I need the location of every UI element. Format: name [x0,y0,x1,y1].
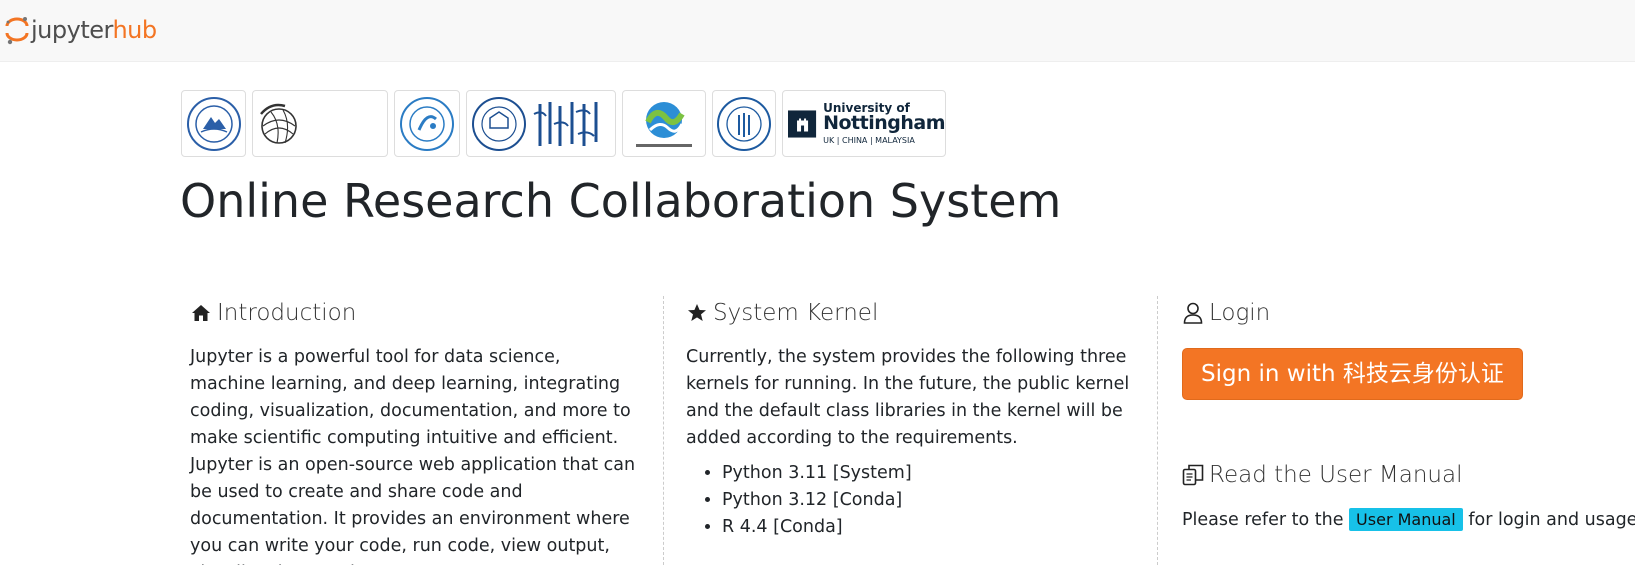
login-section: Login Sign in with 科技云身份认证 Read the User… [1157,296,1635,565]
introduction-section: Introduction Jupyter is a powerful tool … [190,296,662,565]
list-item: Python 3.12 [Conda] [722,487,1157,514]
green-wave-logo-icon [622,90,706,157]
brand-suffix: hub [112,16,157,44]
sign-in-button[interactable]: Sign in with 科技云身份认证 [1182,348,1523,400]
list-item: R 4.4 [Conda] [722,514,1157,541]
star-icon [686,302,708,324]
system-kernel-heading: System Kernel [686,296,1157,330]
nottingham-line2: Nottingham [823,112,945,135]
user-manual-line: Please refer to the User Manual for logi… [1182,506,1635,534]
introduction-body: Jupyter is a powerful tool for data scie… [190,347,636,565]
shutsan-logo-icon [260,103,297,144]
home-icon [190,302,212,324]
shutsan-logo [252,90,388,157]
university-seal-blue-icon [181,90,246,157]
system-kernel-body: Currently, the system provides the follo… [686,347,1130,448]
kernel-list: Python 3.11 [System] Python 3.12 [Conda]… [686,460,1157,541]
brand-wordmark: jupyterhub [31,16,157,44]
login-heading: Login [1182,296,1635,330]
copy-icon [1182,464,1204,486]
partner-logos: University of Nottingham UK | CHINA | MA… [181,90,946,158]
national-university-mongolia-icon [466,90,616,157]
jupyter-logo-icon [4,14,30,46]
login-heading-text: Login [1209,300,1271,326]
introduction-heading: Introduction [190,296,662,330]
page-title: Online Research Collaboration System [180,174,1062,228]
university-nottingham-logo-icon [788,109,817,138]
manual-prefix-text: Please refer to the [1182,510,1344,530]
list-item: Python 3.11 [System] [722,460,1157,487]
user-icon [1182,302,1204,324]
nottingham-wordmark: University of Nottingham UK | CHINA | MA… [823,101,945,146]
system-kernel-heading-text: System Kernel [713,300,879,326]
academy-seal-icon [394,90,460,157]
nottingham-line3: UK | CHINA | MALAYSIA [823,136,915,146]
manual-suffix-text: for login and usage. [1468,510,1635,530]
jupyterhub-home-link[interactable]: jupyterhub [4,14,157,46]
inner-mongolia-university-seal-icon [712,90,776,157]
user-manual-heading: Read the User Manual [1182,458,1635,492]
brand-prefix: jupyter [31,16,113,44]
introduction-heading-text: Introduction [217,300,357,326]
university-nottingham-logo: University of Nottingham UK | CHINA | MA… [782,90,946,157]
top-navbar: jupyterhub [0,0,1635,62]
user-manual-link[interactable]: User Manual [1349,508,1463,531]
system-kernel-section: System Kernel Currently, the system prov… [663,296,1157,565]
user-manual-heading-text: Read the User Manual [1209,462,1463,488]
